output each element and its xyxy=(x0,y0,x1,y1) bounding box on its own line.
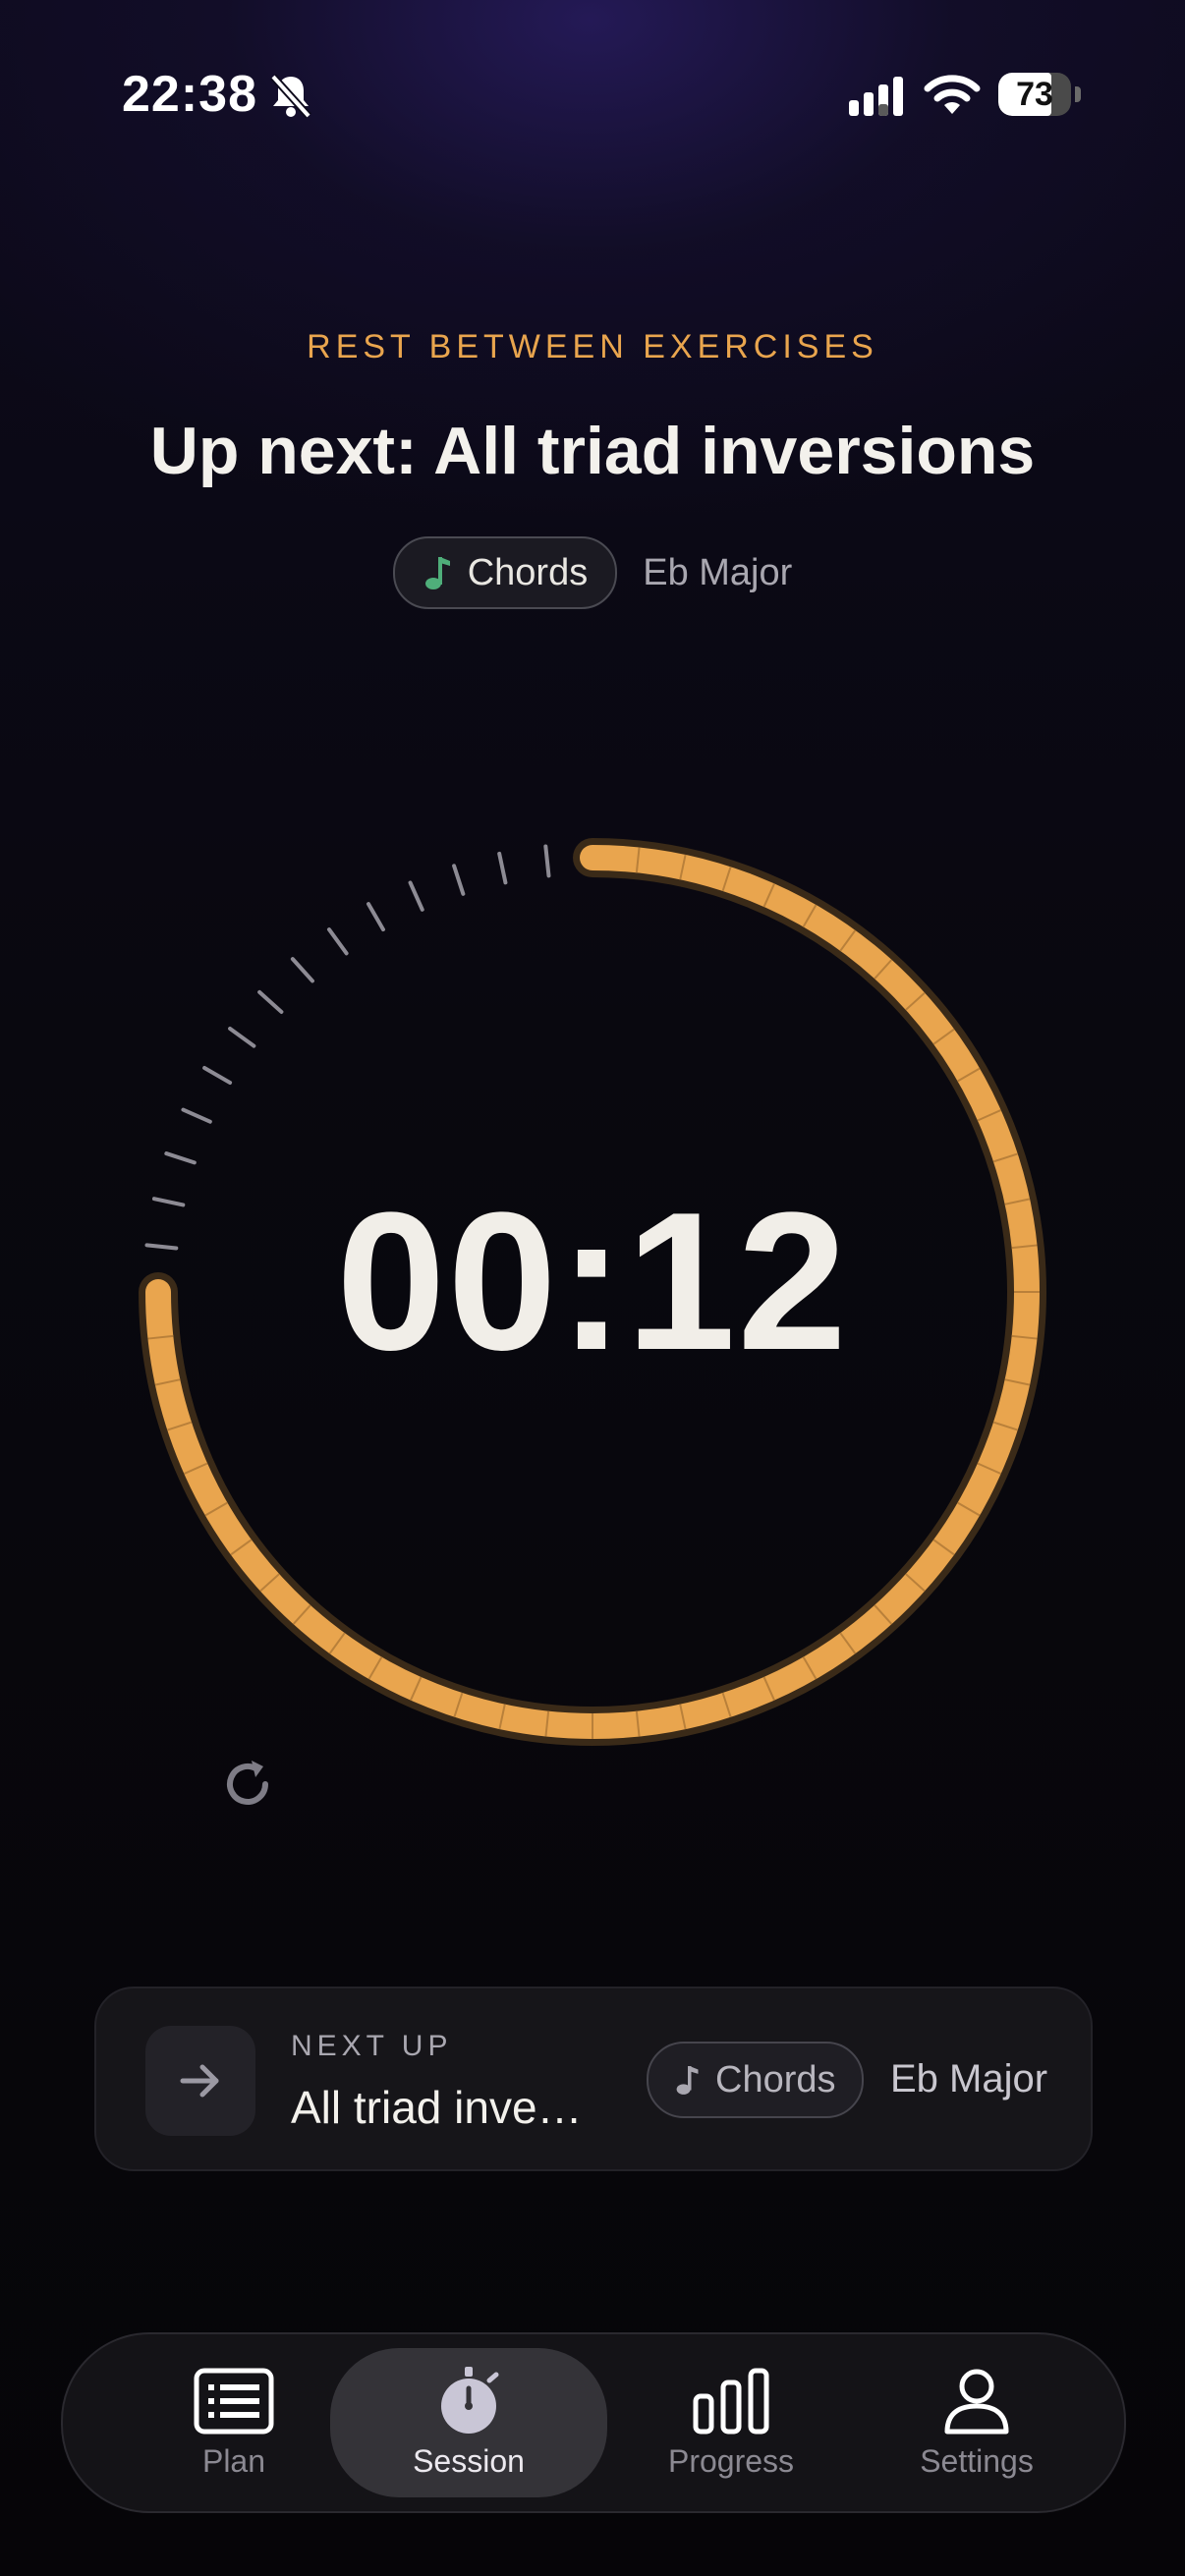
remaining-tick xyxy=(543,844,551,878)
stopwatch-icon xyxy=(441,2366,499,2434)
tab-settings[interactable]: Settings xyxy=(869,2334,1085,2511)
remaining-tick xyxy=(326,927,349,956)
arrow-right-icon xyxy=(180,2064,219,2098)
remaining-tick xyxy=(408,880,424,912)
remaining-tick xyxy=(452,864,466,896)
countdown-time: 00:12 xyxy=(336,1172,849,1391)
tab-progress[interactable]: Progress xyxy=(623,2334,839,2511)
next-up-title: All triad inve… xyxy=(291,2082,583,2133)
list-icon xyxy=(194,2368,274,2434)
tab-session[interactable]: Session xyxy=(330,2348,607,2497)
tab-settings-label: Settings xyxy=(920,2442,1034,2479)
tab-plan-label: Plan xyxy=(201,2442,266,2479)
remaining-tick xyxy=(497,851,508,885)
remaining-tick xyxy=(257,989,284,1014)
music-note-icon xyxy=(676,2066,699,2095)
next-up-category: Chords xyxy=(715,2058,836,2100)
next-up-eyebrow: NEXT UP xyxy=(291,2030,453,2062)
tab-progress-label: Progress xyxy=(667,2442,795,2479)
remaining-tick xyxy=(367,902,385,932)
tab-session-label: Session xyxy=(413,2442,525,2479)
person-icon xyxy=(944,2369,1009,2434)
next-up-category-pill: Chords xyxy=(647,2042,864,2118)
next-up-key: Eb Major xyxy=(890,2057,1048,2100)
tab-bar: Plan Session Progress Settings xyxy=(61,2332,1126,2513)
reset-icon[interactable] xyxy=(216,1753,279,1816)
remaining-tick xyxy=(202,1066,233,1085)
next-up-card[interactable]: NEXT UP All triad inve… Chords Eb Major xyxy=(94,1987,1093,2171)
bar-chart-icon xyxy=(693,2368,769,2434)
arrow-button[interactable] xyxy=(145,2026,255,2136)
remaining-tick xyxy=(228,1026,256,1048)
remaining-tick xyxy=(290,957,314,983)
remaining-tick xyxy=(164,1151,197,1165)
remaining-tick xyxy=(181,1107,212,1124)
tab-plan[interactable]: Plan xyxy=(126,2334,342,2511)
